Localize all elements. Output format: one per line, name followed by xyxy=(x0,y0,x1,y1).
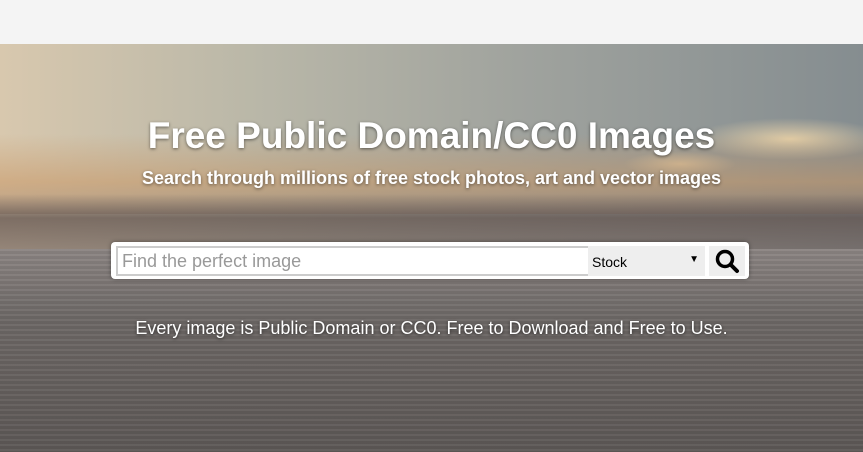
page-subtitle: Search through millions of free stock ph… xyxy=(141,168,722,188)
license-tagline: Every image is Public Domain or CC0. Fre… xyxy=(135,318,728,338)
dropdown-arrow-icon: ▼ xyxy=(689,254,699,265)
search-icon xyxy=(715,249,739,273)
page-title: Free Public Domain/CC0 Images xyxy=(147,115,716,156)
top-bar xyxy=(0,0,863,44)
search-button[interactable] xyxy=(709,246,745,276)
category-select[interactable]: Stock ▼ xyxy=(588,246,705,276)
category-selected-value: Stock xyxy=(592,254,628,270)
search-input[interactable] xyxy=(116,246,590,276)
search-bar: Stock ▼ xyxy=(111,242,749,279)
